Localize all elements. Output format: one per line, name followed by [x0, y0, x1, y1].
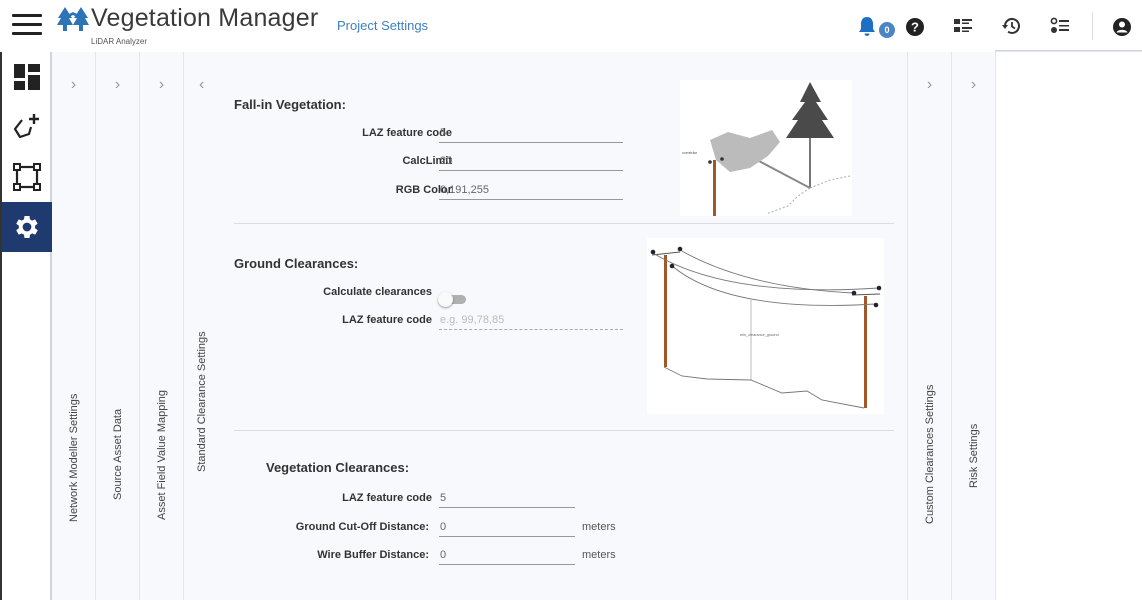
list-view-button[interactable] — [951, 14, 975, 38]
ground-cutoff-unit: meters — [582, 521, 616, 533]
fall-in-laz-input[interactable] — [439, 123, 623, 143]
notifications-button[interactable]: 0 — [855, 14, 895, 38]
rgb-color-input[interactable] — [439, 180, 623, 200]
calculate-clearances-label: Calculate clearances — [323, 286, 432, 298]
app-logo-icon — [57, 7, 89, 31]
notification-count-badge: 0 — [879, 22, 895, 38]
header-actions: 0 ? — [845, 0, 1142, 52]
chevron-right-icon[interactable]: › — [908, 76, 951, 94]
ground-clearances-title: Ground Clearances: — [234, 256, 359, 271]
panel-custom-clearances-settings[interactable]: › Custom Clearances Settings — [908, 52, 952, 600]
panel-label: Custom Clearances Settings — [923, 384, 936, 524]
header-divider — [1092, 12, 1093, 40]
ground-clearances-illustration: min_clearance_ground — [647, 238, 884, 414]
checklist-icon — [1050, 17, 1069, 33]
ground-cutoff-input[interactable] — [439, 517, 575, 537]
rail-item-dashboard[interactable] — [2, 52, 52, 102]
polygon-add-icon — [13, 114, 39, 139]
calclimit-input[interactable] — [439, 151, 623, 171]
vegetation-clearances-title: Vegetation Clearances: — [266, 460, 410, 475]
rail-item-add-polygon[interactable] — [2, 102, 52, 152]
wire-buffer-unit: meters — [582, 549, 616, 561]
gear-icon — [16, 216, 38, 238]
account-icon — [1113, 18, 1131, 36]
rail-item-settings[interactable] — [2, 202, 52, 252]
panel-label: Standard Clearance Settings — [196, 331, 208, 472]
ground-laz-input[interactable] — [439, 310, 623, 330]
ground-laz-label: LAZ feature code — [342, 314, 432, 326]
help-button[interactable]: ? — [903, 14, 927, 38]
help-icon: ? — [906, 18, 924, 36]
chevron-right-icon[interactable]: › — [952, 76, 995, 94]
top-bar: Vegetation Manager LiDAR Analyzer Projec… — [0, 0, 1142, 52]
wire-buffer-input[interactable] — [439, 545, 575, 565]
chevron-left-icon[interactable]: ‹ — [199, 76, 204, 94]
section-divider — [234, 430, 894, 431]
panel-label: Source Asset Data — [111, 408, 124, 500]
illustration-caption: overstrike — [682, 151, 697, 155]
dashboard-icon — [14, 64, 40, 90]
calculate-clearances-toggle[interactable] — [438, 292, 468, 307]
menu-icon[interactable] — [12, 14, 42, 38]
chevron-right-icon[interactable]: › — [96, 76, 139, 94]
panel-network-modeller-settings[interactable]: › Network Modeller Settings — [52, 52, 96, 600]
breadcrumb-project-settings[interactable]: Project Settings — [337, 18, 428, 33]
panel-label: Network Modeller Settings — [67, 393, 80, 522]
tree-icon — [786, 82, 834, 138]
history-button[interactable] — [1000, 14, 1024, 38]
bell-icon — [859, 17, 875, 36]
chevron-right-icon[interactable]: › — [52, 76, 95, 94]
chevron-right-icon[interactable]: › — [140, 76, 183, 94]
veg-laz-input[interactable] — [439, 488, 575, 508]
section-divider — [234, 223, 894, 224]
toggle-knob — [438, 292, 453, 307]
rail-item-bounding-box[interactable] — [2, 152, 52, 202]
fall-in-vegetation-title: Fall-in Vegetation: — [234, 97, 346, 112]
panel-risk-settings[interactable]: › Risk Settings — [952, 52, 996, 600]
bounding-box-icon — [13, 163, 41, 191]
account-button[interactable] — [1110, 14, 1134, 38]
illustration-caption: min_clearance_ground — [740, 333, 779, 337]
panel-standard-clearance-settings: ‹ Standard Clearance Settings Fall-in Ve… — [184, 52, 908, 600]
app-subtitle: LiDAR Analyzer — [91, 37, 148, 46]
panel-source-asset-data[interactable]: › Source Asset Data — [96, 52, 140, 600]
history-icon — [1002, 17, 1020, 34]
empty-workspace — [996, 52, 1142, 600]
fall-in-vegetation-illustration: overstrike — [680, 80, 852, 216]
list-view-icon — [954, 19, 972, 32]
panel-label: Asset Field Value Mapping — [155, 389, 168, 520]
svg-text:?: ? — [911, 20, 919, 35]
checklist-button[interactable] — [1048, 14, 1072, 38]
left-nav-rail — [0, 52, 52, 600]
panel-asset-field-value-mapping[interactable]: › Asset Field Value Mapping — [140, 52, 184, 600]
ground-cutoff-label: Ground Cut-Off Distance: — [295, 521, 429, 533]
wire-buffer-label: Wire Buffer Distance: — [317, 549, 429, 561]
panel-label: Risk Settings — [967, 423, 980, 488]
veg-laz-label: LAZ feature code — [342, 492, 432, 504]
app-title: Vegetation Manager — [91, 4, 319, 32]
